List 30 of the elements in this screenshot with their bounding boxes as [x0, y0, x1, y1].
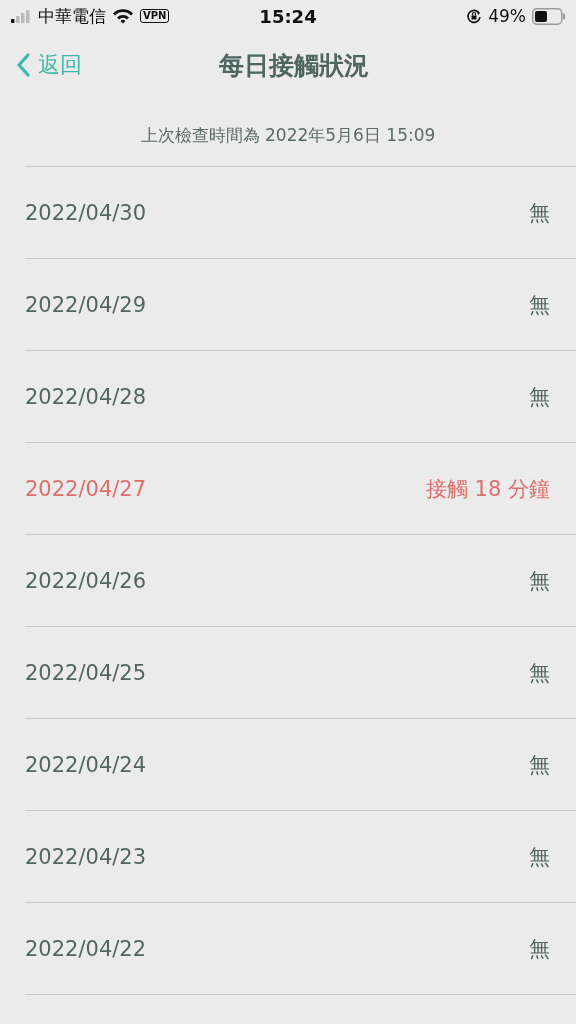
date-text: 2022/04/26 [25, 568, 147, 593]
contact-status: 無 [529, 383, 550, 411]
back-button[interactable]: 返回 [12, 46, 86, 84]
date-text: 2022/04/24 [25, 752, 147, 777]
date-text: 2022/04/30 [25, 200, 147, 225]
wifi-icon [112, 8, 134, 24]
date-text: 2022/04/29 [25, 292, 147, 317]
carrier-name: 中華電信 [38, 4, 106, 28]
date-text: 2022/04/22 [25, 936, 147, 961]
contact-status: 無 [529, 567, 550, 595]
date-text: 2022/04/23 [25, 844, 147, 869]
contact-status: 無 [529, 843, 550, 871]
chevron-left-icon [16, 53, 30, 77]
date-text: 2022/04/27 [25, 476, 147, 501]
battery-percent: 49% [488, 6, 526, 26]
signal-icon [10, 9, 32, 23]
page-title: 每日接觸狀況 [219, 49, 369, 82]
contact-status: 無 [529, 659, 550, 687]
contact-status: 無 [529, 291, 550, 319]
contact-status: 無 [529, 199, 550, 227]
contact-status: 無 [529, 935, 550, 963]
vpn-badge: VPN [140, 9, 170, 23]
last-check-text: 上次檢查時間為 2022年5月6日 15:09 [139, 124, 437, 147]
date-text: 2022/04/28 [25, 384, 147, 409]
battery-icon [532, 7, 566, 25]
contact-status: 無 [529, 751, 550, 779]
clock-time: 15:24 [259, 5, 317, 27]
rotation-lock-icon [466, 8, 483, 24]
date-text: 2022/04/25 [25, 660, 147, 685]
contact-status: 接觸 18 分鐘 [425, 475, 550, 503]
